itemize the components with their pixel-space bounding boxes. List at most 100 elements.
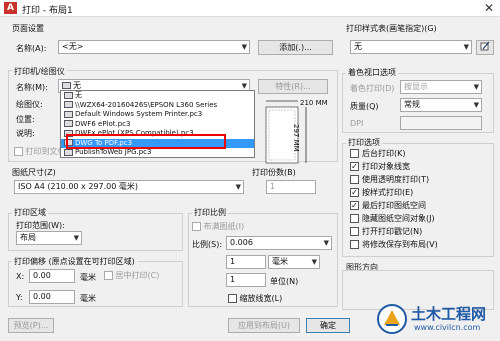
- app-icon: A: [4, 2, 17, 14]
- plot-option-checkbox[interactable]: ✓ 打印对象线宽: [350, 161, 410, 172]
- printer-icon: [62, 82, 71, 89]
- checkbox-unchecked-icon[interactable]: [350, 227, 359, 236]
- shaded-viewport-group-label: 着色视口选项: [346, 67, 398, 78]
- plot-options-group-label: 打印选项: [346, 137, 382, 148]
- plot-option-label: 将修改保存到布局(V): [362, 240, 438, 249]
- scale-unit-value: 毫米: [272, 257, 288, 266]
- center-plot-box[interactable]: [104, 271, 113, 280]
- offset-x-input[interactable]: 0.00: [29, 269, 75, 283]
- preview-button[interactable]: 预览(P)...: [8, 318, 54, 333]
- edit-plot-style-button[interactable]: [476, 40, 494, 55]
- preview-width-label: 210 MM: [300, 99, 328, 107]
- page-setup-name-value: <无>: [62, 42, 84, 51]
- plot-option-label: 使用透明度打印(T): [362, 175, 430, 184]
- page-setup-group-label: 页面设置: [12, 24, 44, 33]
- add-page-setup-button[interactable]: 添加(.)...: [258, 40, 333, 55]
- dropdown-item[interactable]: PublishToWeb JPG.pc3: [61, 148, 254, 158]
- plot-option-label: 按样式打印(E): [362, 188, 414, 197]
- shade-plot-value: 按显示: [404, 82, 428, 91]
- plot-option-label: 最后打印图纸空间: [362, 201, 426, 210]
- plot-range-value: 布局: [20, 233, 36, 242]
- scale-unit-select[interactable]: 毫米 ▼: [268, 255, 320, 269]
- plot-option-checkbox[interactable]: 后台打印(K): [350, 148, 406, 159]
- plot-range-select[interactable]: 布局 ▼: [16, 231, 82, 245]
- quality-label: 质量(Q): [350, 102, 379, 111]
- quality-select[interactable]: 常规 ▼: [400, 98, 482, 112]
- shade-plot-select[interactable]: 按显示 ▼: [400, 80, 482, 94]
- checkbox-unchecked-icon[interactable]: [350, 214, 359, 223]
- checkbox-checked-icon[interactable]: ✓: [350, 188, 359, 197]
- highlight-box: [66, 134, 226, 149]
- checkbox-checked-icon[interactable]: ✓: [350, 201, 359, 210]
- checkbox-unchecked-icon[interactable]: [350, 240, 359, 249]
- chevron-down-icon: ▼: [323, 239, 329, 247]
- plot-option-checkbox[interactable]: 打开打印戳记(N): [350, 226, 422, 237]
- description-label: 说明:: [16, 129, 35, 138]
- plot-scale-group-label: 打印比例: [192, 207, 228, 218]
- plot-option-label: 打印对象线宽: [362, 162, 410, 171]
- scale-select[interactable]: 0.006 ▼: [226, 236, 332, 250]
- plot-area-group-label: 打印区域: [12, 207, 48, 218]
- dropdown-item-label: Default Windows System Printer.pc3: [75, 110, 203, 118]
- offset-y-label: Y:: [16, 293, 23, 302]
- plot-style-select[interactable]: 无 ▼: [350, 40, 472, 54]
- scale-value1-input[interactable]: 1: [226, 255, 266, 269]
- printer-icon: [64, 120, 73, 127]
- ok-button[interactable]: 确定: [306, 318, 350, 333]
- page-setup-name-select[interactable]: <无> ▼: [58, 40, 250, 54]
- plot-option-label: 后台打印(K): [362, 149, 406, 158]
- close-icon[interactable]: ✕: [484, 1, 494, 15]
- print-to-file-box[interactable]: [14, 147, 23, 156]
- dpi-input[interactable]: [400, 116, 482, 130]
- scale-lineweights-checkbox[interactable]: 缩放线宽(L): [228, 293, 282, 304]
- center-plot-checkbox[interactable]: 居中打印(C): [104, 270, 159, 281]
- offset-x-label: X:: [16, 272, 25, 281]
- center-plot-label: 居中打印(C): [115, 271, 160, 280]
- printer-icon: [64, 110, 73, 118]
- paper-size-select[interactable]: ISO A4 (210.00 x 297.00 毫米) ▼: [14, 180, 244, 194]
- chevron-down-icon: ▼: [235, 183, 241, 191]
- chevron-down-icon: ▼: [241, 43, 247, 51]
- plot-option-checkbox[interactable]: 使用透明度打印(T): [350, 174, 429, 185]
- plot-option-checkbox[interactable]: ✓ 最后打印图纸空间: [350, 200, 426, 211]
- chevron-down-icon: ▼: [311, 258, 317, 266]
- dropdown-item-label: DWF6 ePlot.pc3: [75, 119, 131, 128]
- checkbox-unchecked-icon[interactable]: [350, 175, 359, 184]
- fit-to-paper-checkbox[interactable]: 布满图纸(I): [192, 221, 244, 232]
- copies-input[interactable]: 1: [266, 180, 316, 194]
- dropdown-item[interactable]: Default Windows System Printer.pc3: [61, 110, 254, 120]
- paper-size-label: 图纸尺寸(Z): [12, 168, 56, 177]
- plot-offset-group-label: 打印偏移 (原点设置在可打印区域): [12, 256, 137, 267]
- title-bar: A 打印 - 布局1 ✕: [0, 0, 500, 17]
- printer-icon: [64, 148, 73, 156]
- scale-value2-input[interactable]: 1: [226, 273, 266, 287]
- dropdown-item-label: 无: [75, 91, 82, 99]
- plot-option-checkbox[interactable]: ✓ 按样式打印(E): [350, 187, 413, 198]
- plot-option-checkbox[interactable]: 将修改保存到布局(V): [350, 239, 438, 250]
- preview-height-label: 297 MM: [292, 124, 300, 152]
- offset-y-input[interactable]: 0.00: [29, 290, 75, 304]
- printer-name-value: 无: [73, 81, 81, 90]
- watermark: 土木工程网 www.civilcn.com: [376, 301, 496, 339]
- fit-to-paper-box[interactable]: [192, 222, 201, 231]
- apply-to-layout-button[interactable]: 应用到布局(U): [228, 318, 300, 333]
- dropdown-item[interactable]: DWF6 ePlot.pc3: [61, 120, 254, 130]
- dropdown-item[interactable]: \\WZX64-20160426S\EPSON L360 Series: [61, 101, 254, 111]
- edit-icon: [480, 41, 490, 51]
- checkbox-checked-icon[interactable]: ✓: [350, 162, 359, 171]
- scale-value: 0.006: [230, 238, 253, 247]
- offset-y-unit: 毫米: [80, 294, 96, 303]
- scale-lineweights-box[interactable]: [228, 294, 237, 303]
- plot-option-checkbox[interactable]: 隐藏图纸空间对象(J): [350, 213, 435, 224]
- plot-option-label: 隐藏图纸空间对象(J): [362, 214, 435, 223]
- printer-properties-button[interactable]: 特性(R)...: [258, 79, 328, 94]
- dropdown-item[interactable]: 无: [61, 91, 254, 101]
- chevron-down-icon: ▼: [473, 101, 479, 109]
- quality-value: 常规: [404, 100, 420, 109]
- printer-group-label: 打印机/绘图仪: [12, 66, 67, 77]
- location-label: 位置:: [16, 115, 35, 124]
- paper-size-value: ISO A4 (210.00 x 297.00 毫米): [18, 182, 138, 191]
- plotter-label: 绘图仪:: [16, 100, 43, 109]
- checkbox-unchecked-icon[interactable]: [350, 149, 359, 158]
- fit-to-paper-label: 布满图纸(I): [203, 222, 245, 231]
